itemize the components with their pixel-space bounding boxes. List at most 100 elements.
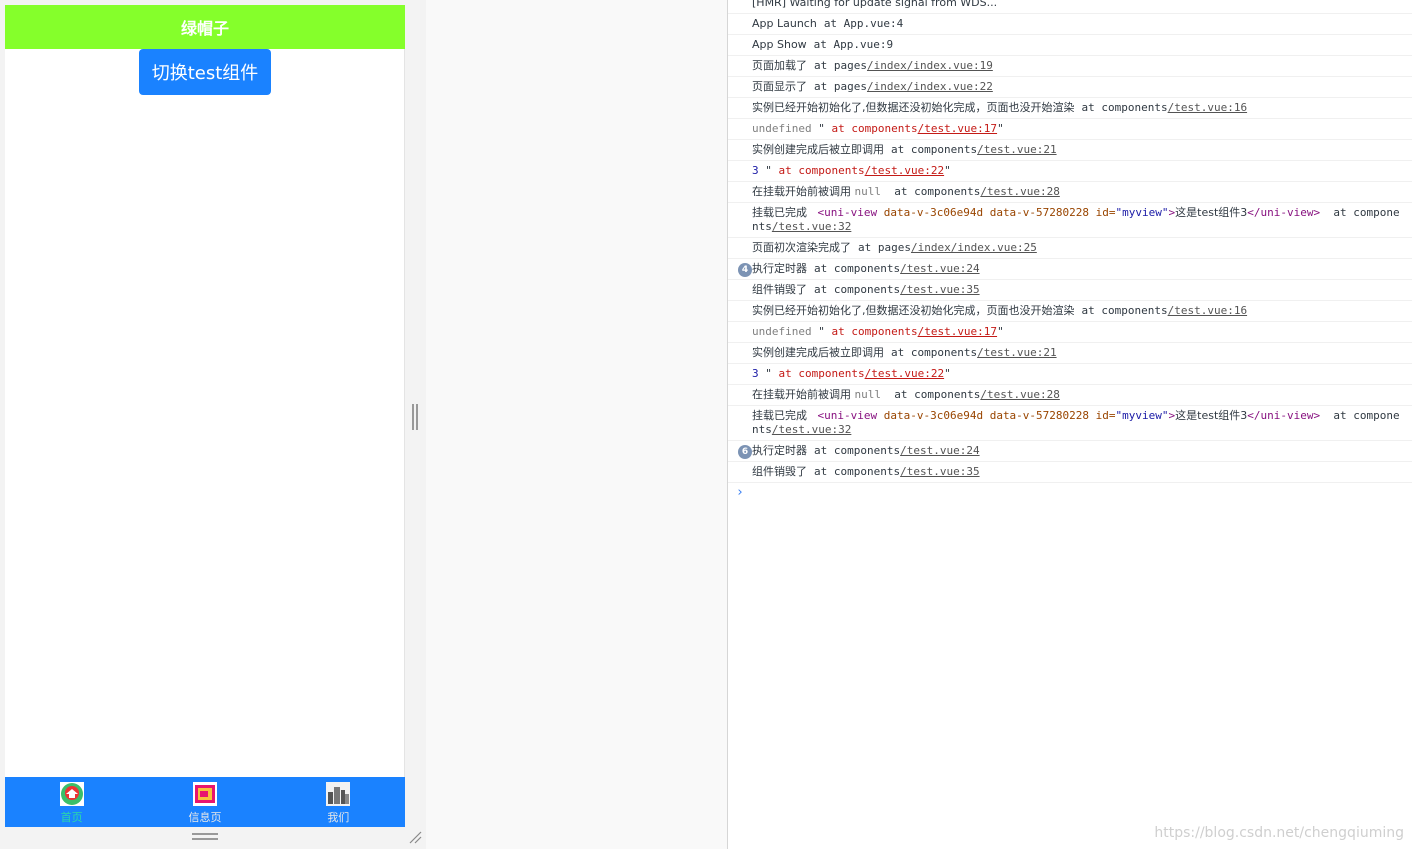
log-message: 页面加载了 bbox=[752, 59, 814, 72]
log-source-prefix: at pages bbox=[814, 59, 867, 72]
console-log-row: undefined " at components/test.vue:17" bbox=[728, 119, 1412, 140]
log-message: 组件销毁了 bbox=[752, 283, 814, 296]
log-source-prefix: at components bbox=[1081, 101, 1168, 114]
log-message: 挂载已完成 bbox=[752, 409, 818, 422]
log-quote: " bbox=[811, 122, 832, 135]
source-link[interactable]: /test.vue:16 bbox=[1168, 101, 1247, 114]
source-link[interactable]: /test.vue:17 bbox=[918, 325, 997, 338]
console-log-row: 页面初次渲染完成了 at pages/index/index.vue:25 bbox=[728, 238, 1412, 259]
log-quote: " bbox=[811, 325, 832, 338]
log-quote: " bbox=[997, 122, 1004, 135]
source-link[interactable]: /test.vue:22 bbox=[865, 164, 944, 177]
source-link[interactable]: /test.vue:21 bbox=[977, 143, 1056, 156]
tab-about[interactable]: 我们 bbox=[272, 777, 405, 827]
source-link[interactable]: /test.vue:35 bbox=[900, 465, 979, 478]
console-log-row: undefined " at components/test.vue:17" bbox=[728, 322, 1412, 343]
html-attr-value: "myview" bbox=[1115, 206, 1169, 219]
log-source-prefix: at pages bbox=[814, 80, 867, 93]
source-link[interactable]: /index/index.vue:19 bbox=[867, 59, 993, 72]
log-source-prefix: at components bbox=[881, 185, 981, 198]
console-log-row: 在挂载开始前被调用 null at components/test.vue:28 bbox=[728, 182, 1412, 203]
log-value: null bbox=[854, 388, 882, 401]
log-value: undefined bbox=[752, 325, 812, 338]
prompt-chevron-icon: › bbox=[736, 485, 744, 500]
source-link[interactable]: /test.vue:35 bbox=[900, 283, 979, 296]
console-log-row: 挂载已完成 <uni-view data-v-3c06e94d data-v-5… bbox=[728, 406, 1412, 441]
source-link[interactable]: /test.vue:24 bbox=[900, 444, 979, 457]
console-log-row: 页面加载了 at pages/index/index.vue:19 bbox=[728, 56, 1412, 77]
console-log-row: 页面显示了 at pages/index/index.vue:22 bbox=[728, 77, 1412, 98]
console-log-row: 实例创建完成后被立即调用 at components/test.vue:21 bbox=[728, 343, 1412, 364]
console-log-row: 组件销毁了 at components/test.vue:35 bbox=[728, 462, 1412, 483]
log-quote: " bbox=[758, 164, 779, 177]
tab-info[interactable]: 信息页 bbox=[138, 777, 271, 827]
log-value: 3 bbox=[752, 164, 759, 177]
log-source-prefix: at components bbox=[881, 388, 981, 401]
html-tag: <uni-view bbox=[817, 409, 878, 422]
html-attr: data-v-3c06e94d data-v-57280228 id= bbox=[877, 409, 1116, 422]
log-message: 实例已经开始初始化了,但数据还没初始化完成，页面也没开始渲染 bbox=[752, 101, 1082, 114]
repeat-count-badge: 4 bbox=[738, 263, 752, 277]
log-message: App Show bbox=[752, 38, 814, 51]
console-log-row: [HMR] Waiting for update signal from WDS… bbox=[728, 0, 1412, 14]
blank-area bbox=[426, 0, 727, 849]
html-tag: </uni-view> bbox=[1247, 206, 1321, 219]
console-prompt[interactable]: › bbox=[728, 483, 1412, 503]
log-message: 挂载已完成 bbox=[752, 206, 818, 219]
resize-handle-bottom[interactable] bbox=[192, 833, 218, 840]
log-message: 执行定时器 bbox=[752, 444, 814, 457]
source-link[interactable]: /test.vue:22 bbox=[865, 367, 944, 380]
log-source-prefix: at components bbox=[814, 444, 901, 457]
source-link[interactable]: /test.vue:32 bbox=[772, 220, 851, 233]
info-icon bbox=[192, 782, 217, 806]
console-log-row: 挂载已完成 <uni-view data-v-3c06e94d data-v-5… bbox=[728, 203, 1412, 238]
log-quote: " bbox=[997, 325, 1004, 338]
log-source-prefix: at App.vue:9 bbox=[813, 38, 894, 51]
log-source-prefix: at components bbox=[814, 283, 901, 296]
log-message: 页面显示了 bbox=[752, 80, 814, 93]
source-link[interactable]: /index/index.vue:22 bbox=[867, 80, 993, 93]
log-quote: " bbox=[944, 367, 951, 380]
log-value: 3 bbox=[752, 367, 759, 380]
log-source-prefix: at components bbox=[891, 346, 978, 359]
log-source-prefix: at components bbox=[831, 122, 918, 135]
source-link[interactable]: /test.vue:24 bbox=[900, 262, 979, 275]
resize-corner-icon[interactable] bbox=[408, 830, 422, 844]
log-source-prefix: at components bbox=[814, 465, 901, 478]
html-attr-value: "myview" bbox=[1115, 409, 1169, 422]
log-message: 实例创建完成后被立即调用 bbox=[752, 346, 891, 359]
switch-component-button[interactable]: 切换test组件 bbox=[139, 49, 271, 95]
source-link[interactable]: /test.vue:28 bbox=[980, 388, 1059, 401]
source-link[interactable]: /test.vue:32 bbox=[772, 423, 851, 436]
console-log-row: App Show at App.vue:9 bbox=[728, 35, 1412, 56]
repeat-count-badge: 6 bbox=[738, 445, 752, 459]
log-value: undefined bbox=[752, 122, 812, 135]
source-link[interactable]: /test.vue:21 bbox=[977, 346, 1056, 359]
console-log-row: 实例已经开始初始化了,但数据还没初始化完成，页面也没开始渲染 at compon… bbox=[728, 98, 1412, 119]
source-link[interactable]: /test.vue:16 bbox=[1168, 304, 1247, 317]
log-source-prefix: at components bbox=[778, 367, 865, 380]
log-message: 页面初次渲染完成了 bbox=[752, 241, 858, 254]
log-source-prefix: at components bbox=[831, 325, 918, 338]
log-message: 实例已经开始初始化了,但数据还没初始化完成，页面也没开始渲染 bbox=[752, 304, 1082, 317]
tab-info-label: 信息页 bbox=[188, 811, 222, 824]
phone-screen: 绿帽子 切换test组件 首页 信息页 我们 bbox=[5, 5, 405, 827]
log-quote: " bbox=[944, 164, 951, 177]
home-icon bbox=[59, 782, 84, 806]
html-inner-text: 这是test组件3 bbox=[1175, 206, 1248, 219]
tab-bar: 首页 信息页 我们 bbox=[5, 777, 405, 827]
source-link[interactable]: /test.vue:17 bbox=[918, 122, 997, 135]
tab-home-label: 首页 bbox=[60, 811, 83, 824]
log-message: 组件销毁了 bbox=[752, 465, 814, 478]
html-attr: data-v-3c06e94d data-v-57280228 id= bbox=[877, 206, 1116, 219]
html-tag: </uni-view> bbox=[1247, 409, 1321, 422]
resize-handle-side[interactable] bbox=[412, 404, 418, 430]
city-icon bbox=[326, 782, 351, 806]
console-log-row: 实例已经开始初始化了,但数据还没初始化完成，页面也没开始渲染 at compon… bbox=[728, 301, 1412, 322]
source-link[interactable]: /index/index.vue:25 bbox=[911, 241, 1037, 254]
tab-home[interactable]: 首页 bbox=[5, 777, 138, 827]
log-quote: " bbox=[758, 367, 779, 380]
console-log-row: App Launch at App.vue:4 bbox=[728, 14, 1412, 35]
log-message: 执行定时器 bbox=[752, 262, 814, 275]
source-link[interactable]: /test.vue:28 bbox=[980, 185, 1059, 198]
